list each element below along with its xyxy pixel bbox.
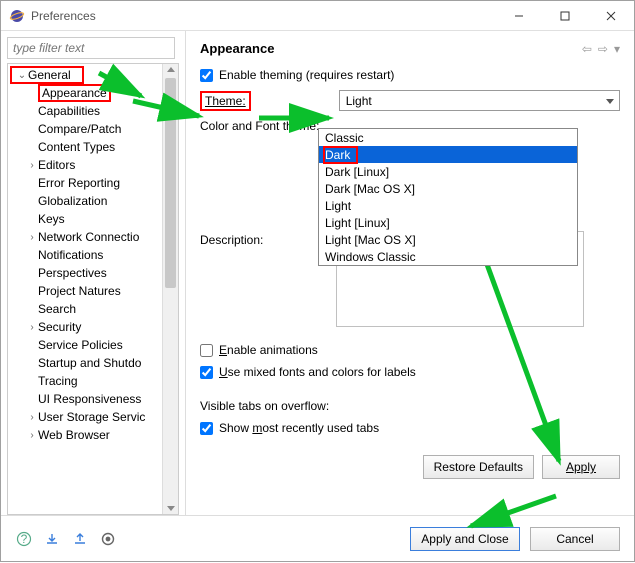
tree-label: Search (38, 302, 76, 316)
apply-button[interactable]: Apply (542, 455, 620, 479)
tree-item[interactable]: Content Types (10, 138, 178, 156)
mixed-fonts-checkbox[interactable] (200, 366, 213, 379)
dropdown-item[interactable]: Classic (319, 129, 577, 146)
dropdown-item[interactable]: Light [Linux] (319, 214, 577, 231)
tree-item[interactable]: Tracing (10, 372, 178, 390)
chevron-right-icon: › (26, 430, 38, 441)
nav-tree: ⌄ General Appearance Capabilities Compare/… (7, 63, 179, 515)
dropdown-item[interactable]: Windows Classic (319, 248, 577, 265)
tree-item[interactable]: UI Responsiveness (10, 390, 178, 408)
tree-item[interactable]: Globalization (10, 192, 178, 210)
tree-label: Globalization (38, 194, 107, 208)
dropdown-item[interactable]: Light [Mac OS X] (319, 231, 577, 248)
tree-item[interactable]: Error Reporting (10, 174, 178, 192)
theme-value: Light (346, 94, 372, 108)
dropdown-item[interactable]: Dark [Mac OS X] (319, 180, 577, 197)
tree-item[interactable]: ›Web Browser (10, 426, 178, 444)
back-icon[interactable]: ⇦ (582, 42, 592, 56)
tree-label: Keys (38, 212, 65, 226)
tree-label: Editors (38, 158, 75, 172)
tree-item[interactable]: Compare/Patch (10, 120, 178, 138)
window-title: Preferences (31, 9, 496, 23)
menu-icon[interactable]: ▾ (614, 42, 620, 56)
mixed-fonts-label: Use mixed fonts and colors for labelsUse… (219, 365, 416, 379)
tree-label: Service Policies (38, 338, 123, 352)
tree-label: Project Natures (38, 284, 121, 298)
tree-label: General (28, 68, 71, 82)
show-mru-checkbox[interactable] (200, 422, 213, 435)
tree-label: User Storage Servic (38, 410, 145, 424)
cancel-button[interactable]: Cancel (530, 527, 620, 551)
tree-item[interactable]: ›User Storage Servic (10, 408, 178, 426)
minimize-button[interactable] (496, 1, 542, 30)
tree-label: Compare/Patch (38, 122, 121, 136)
restore-defaults-button[interactable]: Restore Defaults (423, 455, 534, 479)
tree-label: Content Types (38, 140, 115, 154)
enable-theming-label: Enable theming (requires restart) (219, 68, 394, 82)
app-icon (9, 8, 25, 24)
color-font-label: Color and Font theme: (200, 119, 328, 133)
tree-general[interactable]: ⌄ General (10, 66, 84, 84)
tree-item[interactable]: Keys (10, 210, 178, 228)
maximize-button[interactable] (542, 1, 588, 30)
preferences-window: Preferences ⌄ General Appearance Capabili… (0, 0, 635, 562)
chevron-right-icon: › (26, 412, 38, 423)
record-icon[interactable] (99, 530, 117, 548)
forward-icon[interactable]: ⇨ (598, 42, 608, 56)
tree-label: Notifications (38, 248, 103, 262)
tree-scrollbar[interactable] (162, 64, 178, 514)
dropdown-item[interactable]: Dark (319, 146, 577, 163)
titlebar: Preferences (1, 1, 634, 31)
theme-label: Theme: (200, 91, 251, 111)
tree-label: Network Connectio (38, 230, 139, 244)
tree-label: Security (38, 320, 81, 334)
settings-panel: Appearance ⇦ ⇨ ▾ Enable theming (require… (186, 31, 634, 515)
tree-item[interactable]: ›Security (10, 318, 178, 336)
tree-item[interactable]: Startup and Shutdo (10, 354, 178, 372)
chevron-down-icon: ⌄ (16, 70, 28, 81)
tree-label: UI Responsiveness (38, 392, 141, 406)
chevron-right-icon: › (26, 160, 38, 171)
page-nav-icons: ⇦ ⇨ ▾ (582, 42, 620, 56)
chevron-right-icon: › (26, 232, 38, 243)
tree-item[interactable]: ›Network Connectio (10, 228, 178, 246)
help-icon[interactable]: ? (15, 530, 33, 548)
close-button[interactable] (588, 1, 634, 30)
import-icon[interactable] (43, 530, 61, 548)
tree-label: Tracing (38, 374, 78, 388)
tree-label: Startup and Shutdo (38, 356, 141, 370)
tree-label: Web Browser (38, 428, 110, 442)
tree-item[interactable]: Service Policies (10, 336, 178, 354)
dialog-bottom-bar: ? Apply and Close Cancel (1, 515, 634, 561)
visible-tabs-label: Visible tabs on overflow: (200, 399, 620, 413)
color-font-dropdown-list: ClassicDarkDark [Linux]Dark [Mac OS X]Li… (318, 128, 578, 266)
tree-label: Capabilities (38, 104, 100, 118)
tree-item[interactable]: Project Natures (10, 282, 178, 300)
dropdown-item[interactable]: Light (319, 197, 577, 214)
dropdown-item[interactable]: Dark [Linux] (319, 163, 577, 180)
tree-item[interactable]: ›Editors (10, 156, 178, 174)
tree-label: Appearance (38, 84, 111, 102)
nav-panel: ⌄ General Appearance Capabilities Compare/… (1, 31, 186, 515)
tree-item[interactable]: Appearance (10, 84, 178, 102)
show-mru-label: Show most recently used tabsShow most re… (219, 421, 379, 435)
tree-item[interactable]: Notifications (10, 246, 178, 264)
enable-animations-checkbox[interactable] (200, 344, 213, 357)
apply-and-close-button[interactable]: Apply and Close (410, 527, 520, 551)
filter-input[interactable] (7, 37, 175, 59)
theme-dropdown[interactable]: Light (339, 90, 620, 111)
tree-label: Perspectives (38, 266, 107, 280)
tree-item[interactable]: Search (10, 300, 178, 318)
svg-text:?: ? (21, 532, 28, 546)
tree-item[interactable]: Capabilities (10, 102, 178, 120)
tree-item[interactable]: Perspectives (10, 264, 178, 282)
export-icon[interactable] (71, 530, 89, 548)
description-label: Description: (200, 231, 318, 247)
chevron-right-icon: › (26, 322, 38, 333)
page-title: Appearance (200, 41, 582, 56)
enable-animations-label: EEnable animationsnable animations (219, 343, 318, 357)
tree-label: Error Reporting (38, 176, 120, 190)
enable-theming-checkbox[interactable] (200, 69, 213, 82)
